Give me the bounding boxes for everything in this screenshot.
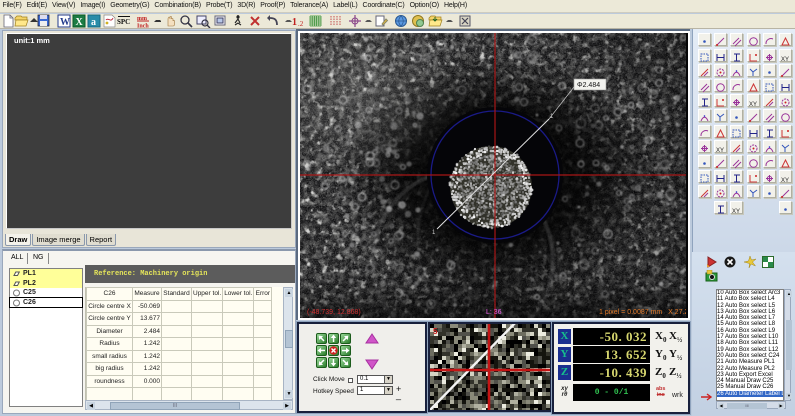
svg-text:.2: .2 bbox=[298, 20, 304, 28]
svg-text:1 pixel = 0.0087 mm X 27.2: 1 pixel = 0.0087 mm X 27.2 bbox=[599, 309, 686, 316]
svg-text:XY: XY bbox=[732, 209, 740, 215]
svg-text:XY: XY bbox=[781, 178, 789, 184]
svg-text:W: W bbox=[60, 17, 70, 28]
svg-text:XY: XY bbox=[749, 102, 757, 108]
svg-text:5: 5 bbox=[433, 327, 438, 336]
svg-text:XY: XY bbox=[781, 57, 789, 63]
svg-text:1: 1 bbox=[292, 17, 297, 28]
svg-text:a: a bbox=[91, 17, 96, 28]
svg-text:X: X bbox=[76, 17, 84, 28]
svg-text:XY: XY bbox=[716, 148, 724, 154]
svg-text:(-48.739, 12.868): (-48.739, 12.868) bbox=[307, 309, 361, 316]
svg-text:Inch: Inch bbox=[137, 24, 149, 29]
svg-text:SPC: SPC bbox=[117, 18, 130, 26]
svg-text:Φ2.484: Φ2.484 bbox=[577, 82, 600, 89]
svg-text:L: 36: L: 36 bbox=[486, 309, 502, 316]
